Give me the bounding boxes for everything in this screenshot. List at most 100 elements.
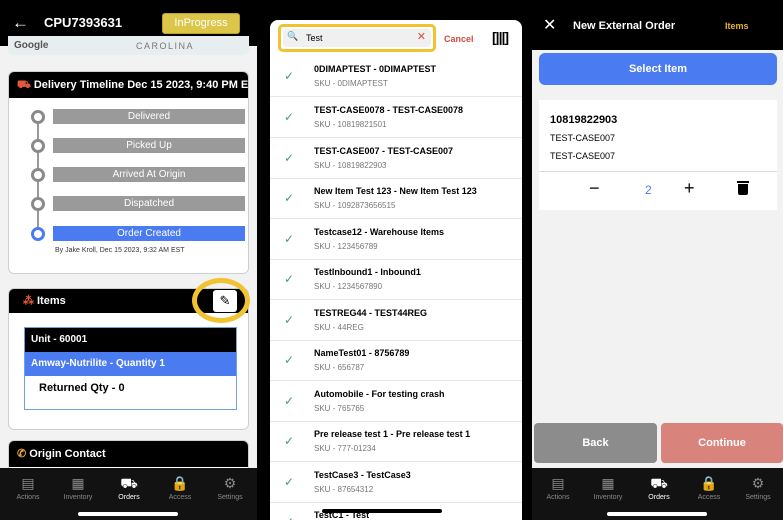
tab-actions[interactable]: ▤ Actions (3, 468, 53, 501)
search-bar[interactable]: 🔍 ✕ (283, 29, 431, 47)
tab-actions[interactable]: ▤ Actions (533, 468, 583, 501)
list-item[interactable]: ✓ Automobile - For testing crash SKU - 765… (270, 382, 522, 422)
clear-icon[interactable]: ✕ (417, 30, 426, 43)
origin-title: ✆ Origin Contact (9, 441, 248, 467)
truck-icon: ⛟ (650, 475, 668, 491)
map-brand: Google (14, 40, 49, 51)
order-detail-screen: ← CPU7393631 InProgress Google CAROLINA … (0, 0, 257, 520)
order-item-card: 10819822903 TEST-CASE007 TEST-CASE007 − … (539, 100, 777, 210)
items-icon: ⁂ (23, 295, 34, 307)
timeline-dot (31, 139, 45, 153)
timeline-step: Picked Up (53, 138, 245, 153)
search-highlight: 🔍 ✕ (278, 24, 436, 52)
map-view[interactable]: Google CAROLINA (8, 36, 249, 55)
timeline-step: Arrived At Origin (53, 167, 245, 182)
check-icon: ✓ (284, 191, 295, 205)
truck-icon: ⛟ (120, 475, 138, 491)
list-item[interactable]: ✓ New Item Test 123 - New Item Test 123 SK… (270, 179, 522, 219)
trash-icon[interactable] (737, 181, 749, 195)
check-icon: ✓ (284, 69, 295, 83)
list-item[interactable]: ✓ TESTREG44 - TEST44REG SKU - 44REG (270, 301, 522, 341)
check-icon: ✓ (284, 475, 295, 489)
product-row: Amway-Nutrilite - Quantity 1 (25, 352, 236, 376)
map-place-label: CAROLINA (136, 41, 195, 51)
inventory-icon: ▦ (71, 475, 85, 491)
minus-icon[interactable]: − (589, 178, 600, 199)
tab-inventory[interactable]: ▦ Inventory (53, 468, 103, 501)
continue-button[interactable]: Continue (661, 423, 783, 463)
tab-orders[interactable]: ⛟ Orders (634, 468, 684, 501)
lock-icon: 🔒 (171, 475, 189, 491)
divider (539, 171, 777, 172)
timeline-dot (31, 197, 45, 211)
timeline-step: Dispatched (53, 196, 245, 211)
barcode-scan-icon[interactable]: [|||] (492, 29, 509, 45)
home-indicator (322, 509, 442, 513)
tab-settings[interactable]: ⚙ Settings (205, 468, 255, 501)
timeline-author: By Jake Kroll, Dec 15 2023, 9:32 AM EST (55, 247, 185, 254)
select-item-button[interactable]: Select Item (539, 53, 777, 85)
search-input[interactable] (306, 33, 396, 43)
check-icon: ✓ (284, 232, 295, 246)
check-icon: ✓ (284, 394, 295, 408)
tab-access[interactable]: 🔒 Access (684, 468, 734, 501)
list-item[interactable]: ✓ TestCase3 - TestCase3 SKU - 87654312 (270, 463, 522, 503)
tab-bar: ▤ Actions ▦ Inventory ⛟ Orders 🔒 Access ⚙ Set… (0, 468, 257, 520)
item-code: 10819822903 (550, 114, 618, 126)
home-indicator (78, 512, 178, 516)
tab-access[interactable]: 🔒 Access (155, 468, 205, 501)
cancel-button[interactable]: Cancel (444, 34, 474, 44)
edit-icon[interactable]: ✎ (213, 290, 237, 312)
timeline-step-current: Order Created (53, 226, 245, 241)
actions-icon: ▤ (551, 475, 565, 491)
inventory-icon: ▦ (601, 475, 615, 491)
tab-bar: ▤ Actions ▦ Inventory ⛟ Orders 🔒 Access ⚙ Set… (532, 468, 783, 520)
close-icon[interactable]: ✕ (543, 15, 556, 35)
truck-icon: ⛟ (17, 79, 31, 91)
timeline-step: Delivered (53, 109, 245, 124)
order-id: CPU7393631 (44, 15, 123, 30)
gear-icon: ⚙ (223, 475, 237, 491)
quantity-value: 2 (645, 183, 652, 197)
search-icon: 🔍 (287, 31, 299, 41)
timeline-dot (31, 168, 45, 182)
tab-orders[interactable]: ⛟ Orders (104, 468, 154, 501)
home-indicator (607, 512, 707, 516)
timeline-title: ⛟ Delivery Timeline Dec 15 2023, 9:40 PM … (9, 72, 248, 98)
actions-icon: ▤ (21, 475, 35, 491)
new-order-header: ✕ New External Order Items (532, 0, 783, 50)
gear-icon: ⚙ (751, 475, 765, 491)
list-item[interactable]: ✓ Pre release test 1 - Pre release test 1… (270, 422, 522, 462)
check-icon: ✓ (284, 313, 295, 327)
tab-settings[interactable]: ⚙ Settings (733, 468, 783, 501)
plus-icon[interactable]: + (684, 178, 695, 199)
back-arrow-icon[interactable]: ← (12, 13, 29, 33)
timeline-dot-current (31, 227, 45, 241)
back-button[interactable]: Back (534, 423, 657, 463)
items-link[interactable]: Items (725, 21, 749, 31)
list-item[interactable]: ✓ TestInbound1 - Inbound1 SKU - 1234567890 (270, 260, 522, 300)
unit-label: Unit - 60001 (25, 328, 236, 352)
item-search-screen: 🔍 ✕ Cancel [|||] ✓0DIMAPTEST - 0DIMAPTES… (257, 0, 532, 520)
phone-icon: ✆ (17, 448, 27, 460)
list-item[interactable]: ✓ TEST-CASE0078 - TEST-CASE0078 SKU - 1081… (270, 98, 522, 138)
check-icon: ✓ (284, 353, 295, 367)
list-item[interactable]: ✓ NameTest01 - 8756789 SKU - 656787 (270, 341, 522, 381)
check-icon: ✓ (284, 434, 295, 448)
check-icon: ✓ (284, 110, 295, 124)
item-name: TEST-CASE007 (550, 133, 616, 143)
item-description: TEST-CASE007 (550, 151, 616, 161)
new-order-screen: ✕ New External Order Items Select Item 1… (532, 0, 783, 520)
delivery-timeline-card: ⛟ Delivery Timeline Dec 15 2023, 9:40 PM … (8, 71, 249, 274)
list-item[interactable]: ✓ Testcase12 - Warehouse Items SKU - 12345… (270, 220, 522, 260)
check-icon: ✓ (284, 151, 295, 165)
list-item[interactable]: ✓ 0DIMAPTEST - 0DIMAPTEST SKU - 0DIMAPTEST (270, 57, 522, 97)
page-title: New External Order (573, 20, 676, 32)
list-item[interactable]: ✓ TEST-CASE007 - TEST-CASE007 SKU - 108198… (270, 139, 522, 179)
timeline-dot (31, 110, 45, 124)
tab-inventory[interactable]: ▦ Inventory (583, 468, 633, 501)
status-badge: InProgress (162, 13, 240, 34)
search-sheet: 🔍 ✕ Cancel [|||] ✓0DIMAPTEST - 0DIMAPTES… (270, 20, 522, 520)
returned-qty: Returned Qty - 0 (39, 382, 125, 394)
lock-icon: 🔒 (700, 475, 718, 491)
